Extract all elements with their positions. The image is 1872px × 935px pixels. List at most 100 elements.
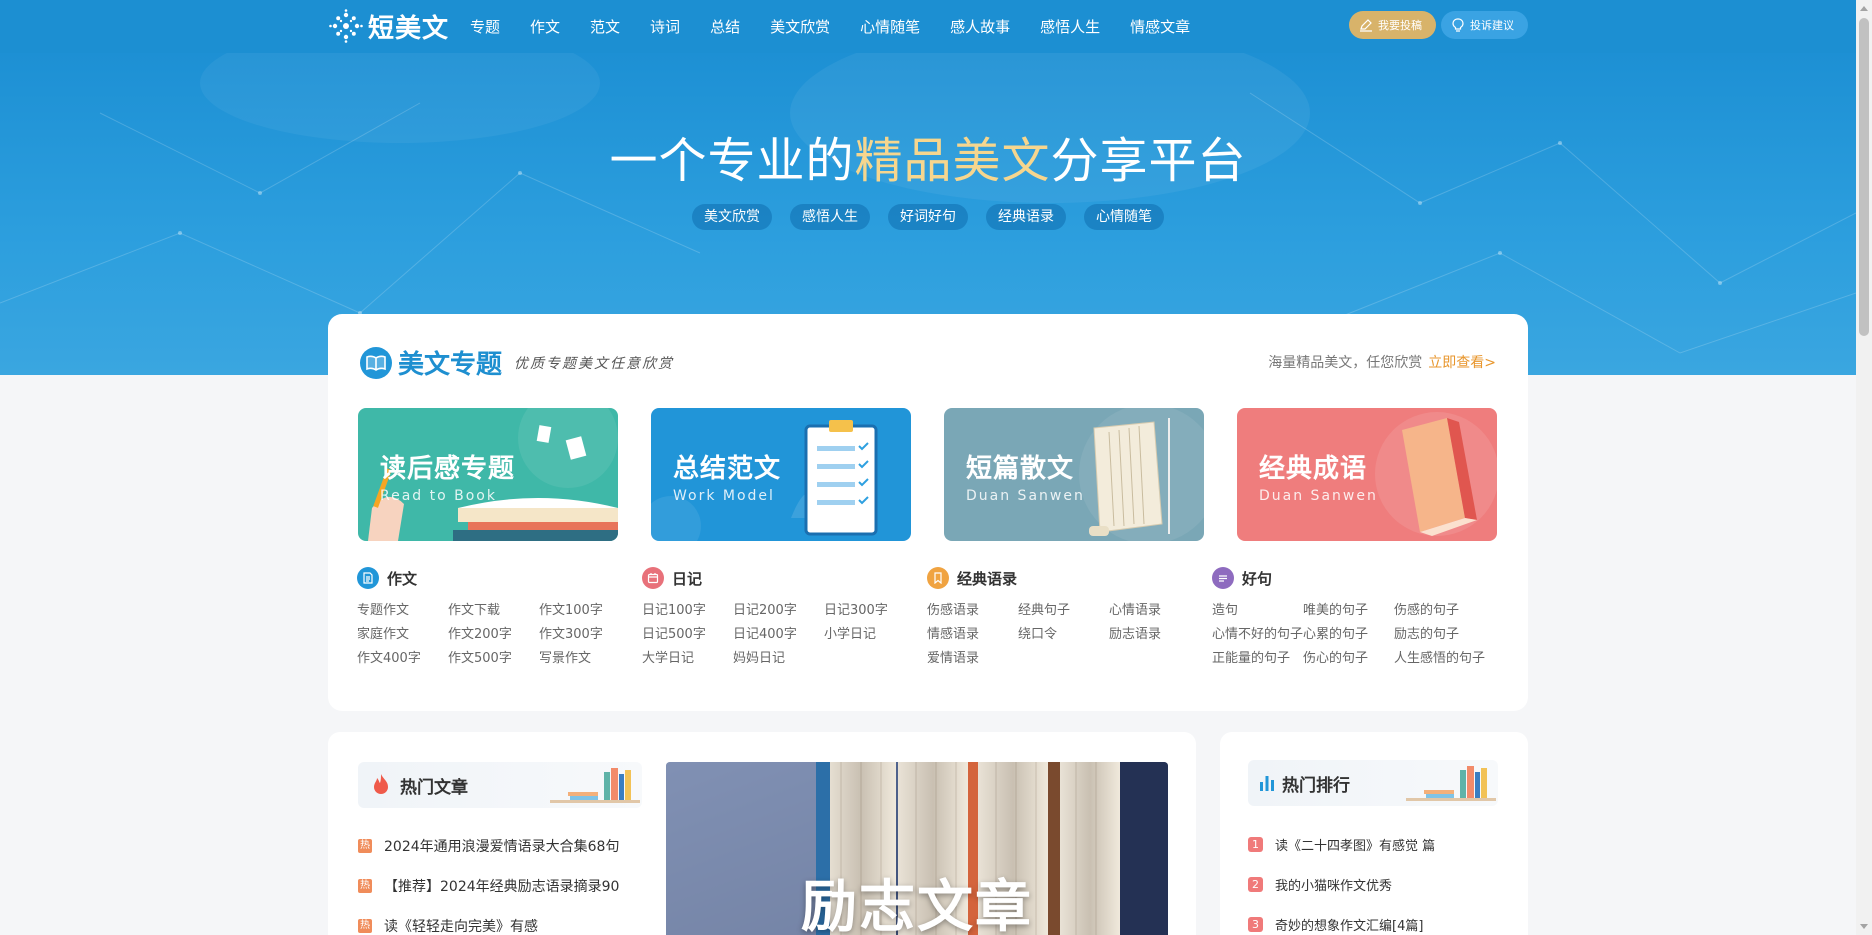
ranking-row[interactable]: 1 读《二十四孝图》有感觉 篇 <box>1248 824 1498 864</box>
cat-link[interactable]: 造句 <box>1212 602 1303 620</box>
cat-link[interactable]: 大学日记 <box>642 650 733 668</box>
cat-link[interactable]: 伤感的句子 <box>1394 602 1497 620</box>
cat-link[interactable]: 励志的句子 <box>1394 626 1497 644</box>
cat-link[interactable]: 人生感悟的句子 <box>1394 650 1497 668</box>
cat-link[interactable]: 心累的句子 <box>1303 626 1394 644</box>
bookshelf-icon <box>550 768 640 803</box>
cat-link[interactable]: 爱情语录 <box>927 650 1018 668</box>
category-zuowen-name: 作文 <box>387 569 418 588</box>
hero-tag-list: 美文欣赏 感悟人生 好词好句 经典语录 心情随笔 <box>0 204 1856 230</box>
scroll-down-icon[interactable] <box>1856 919 1872 935</box>
nav-link-ganren[interactable]: 感人故事 <box>950 16 1010 37</box>
cat-link[interactable]: 作文400字 <box>357 650 448 668</box>
cat-link[interactable]: 日记500字 <box>642 626 733 644</box>
rank-number: 3 <box>1248 916 1263 932</box>
category-riji-header[interactable]: 日记 <box>642 566 927 590</box>
cat-link[interactable]: 小学日记 <box>824 626 927 644</box>
nav-link-zuowen[interactable]: 作文 <box>530 16 560 37</box>
banner-summary[interactable]: 总结范文 Work Model <box>651 408 911 541</box>
cat-link[interactable]: 写景作文 <box>539 650 642 668</box>
nav-link-xinqing[interactable]: 心情随笔 <box>860 16 920 37</box>
category-yulu-list: 伤感语录 经典句子 心情语录 情感语录 绕口令 励志语录 爱情语录 <box>927 602 1212 668</box>
category-riji: 日记 日记100字 日记200字 日记300字 日记500字 日记400字 小学… <box>642 566 927 668</box>
lightbulb-icon <box>1452 18 1464 32</box>
page-scrollbar[interactable] <box>1856 0 1872 935</box>
category-yulu-header[interactable]: 经典语录 <box>927 566 1212 590</box>
banner-summary-title: 总结范文 <box>673 454 782 484</box>
cat-link[interactable]: 作文300字 <box>539 626 642 644</box>
hero-title-pre: 一个专业的 <box>609 133 855 189</box>
cat-link[interactable]: 情感语录 <box>927 626 1018 644</box>
cat-link[interactable]: 经典句子 <box>1018 602 1109 620</box>
cat-link[interactable]: 唯美的句子 <box>1303 602 1394 620</box>
brand-name: 短美文 <box>368 13 450 44</box>
topic-banners: 读后感专题 Read to Book 总结范文 Work Model 短篇散文 … <box>358 408 1497 541</box>
bookshelf-icon <box>1406 766 1496 801</box>
category-haoju-header[interactable]: 好句 <box>1212 566 1497 590</box>
hot-ranking-list: 1 读《二十四孝图》有感觉 篇 2 我的小猫咪作文优秀 3 奇妙的想象作文汇编[… <box>1248 824 1498 935</box>
hot-articles-section: 热门文章 热 2024年通用浪漫爱情语录大合集68句 热 【推荐】2024年经典… <box>328 732 1196 935</box>
cat-link[interactable]: 作文100字 <box>539 602 642 620</box>
category-haoju: 好句 造句 唯美的句子 伤感的句子 心情不好的句子 心累的句子 励志的句子 正能… <box>1212 566 1497 668</box>
hero-tag-ganwu[interactable]: 感悟人生 <box>790 204 870 230</box>
hot-articles-header: 热门文章 <box>358 762 642 808</box>
banner-short-essay[interactable]: 短篇散文 Duan Sanwen <box>944 408 1204 541</box>
cat-link[interactable]: 日记400字 <box>733 626 824 644</box>
cat-link[interactable]: 专题作文 <box>357 602 448 620</box>
ranking-row[interactable]: 3 奇妙的想象作文汇编[4篇] <box>1248 904 1498 935</box>
hero-title-post: 分享平台 <box>1050 133 1247 189</box>
cat-link[interactable]: 日记300字 <box>824 602 927 620</box>
banner-reading-review[interactable]: 读后感专题 Read to Book <box>358 408 618 541</box>
hero-tag-haoci[interactable]: 好词好句 <box>888 204 968 230</box>
hot-article-row[interactable]: 热 【推荐】2024年经典励志语录摘录90 <box>358 866 642 906</box>
cat-link[interactable]: 作文200字 <box>448 626 539 644</box>
cat-link[interactable]: 妈妈日记 <box>733 650 824 668</box>
cat-link[interactable]: 家庭作文 <box>357 626 448 644</box>
cat-link[interactable]: 作文500字 <box>448 650 539 668</box>
hero-tag-yulu[interactable]: 经典语录 <box>986 204 1066 230</box>
hero-tag-suibi[interactable]: 心情随笔 <box>1084 204 1164 230</box>
topics-more-text: 海量精品美文，任您欣赏 <box>1268 355 1423 371</box>
banner-idioms[interactable]: 经典成语 Duan Sanwen <box>1237 408 1497 541</box>
nav-actions: 我要投稿 投诉建议 <box>1349 11 1528 39</box>
scrollbar-thumb[interactable] <box>1859 18 1869 336</box>
category-zuowen-list: 专题作文 作文下载 作文100字 家庭作文 作文200字 作文300字 作文40… <box>357 602 642 668</box>
hot-article-row[interactable]: 热 2024年通用浪漫爱情语录大合集68句 <box>358 826 642 866</box>
cat-link[interactable]: 日记200字 <box>733 602 824 620</box>
nav-link-qinggan[interactable]: 情感文章 <box>1130 16 1190 37</box>
hot-article-row[interactable]: 热 读《轻轻走向完美》有感 <box>358 906 642 935</box>
featured-banner[interactable]: 励志文章 <box>666 762 1168 935</box>
cat-link[interactable]: 心情不好的句子 <box>1212 626 1303 644</box>
cat-link[interactable]: 伤心的句子 <box>1303 650 1394 668</box>
ranking-row[interactable]: 2 我的小猫咪作文优秀 <box>1248 864 1498 904</box>
cat-link[interactable]: 正能量的句子 <box>1212 650 1303 668</box>
topics-subtitle: 优质专题美文任意欣赏 <box>514 355 675 372</box>
quote-list-icon <box>1212 567 1234 589</box>
complaint-button[interactable]: 投诉建议 <box>1441 11 1528 39</box>
cat-link[interactable]: 日记100字 <box>642 602 733 620</box>
cat-link[interactable]: 励志语录 <box>1109 626 1212 644</box>
nav-link-meiwen[interactable]: 美文欣赏 <box>770 16 830 37</box>
cat-link[interactable]: 作文下载 <box>448 602 539 620</box>
cat-link[interactable]: 伤感语录 <box>927 602 1018 620</box>
scroll-up-icon[interactable] <box>1856 0 1872 16</box>
topics-section: 美文专题 优质专题美文任意欣赏 海量精品美文，任您欣赏 立即查看> 读后感专题 R… <box>328 314 1528 711</box>
nav-link-shici[interactable]: 诗词 <box>650 16 680 37</box>
cat-link[interactable]: 绕口令 <box>1018 626 1109 644</box>
hot-article-title: 【推荐】2024年经典励志语录摘录90 <box>384 879 620 895</box>
submit-article-button[interactable]: 我要投稿 <box>1349 11 1436 39</box>
hero-tag-meiwen[interactable]: 美文欣赏 <box>692 204 772 230</box>
nav-link-zhuanti[interactable]: 专题 <box>470 16 500 37</box>
submit-article-label: 我要投稿 <box>1378 19 1422 32</box>
banner-reading-sub: Read to Book <box>380 488 497 504</box>
view-now-link[interactable]: 立即查看> <box>1428 355 1496 371</box>
rank-title: 我的小猫咪作文优秀 <box>1275 878 1393 894</box>
complaint-label: 投诉建议 <box>1470 19 1514 32</box>
nav-link-ganwu[interactable]: 感悟人生 <box>1040 16 1100 37</box>
category-zuowen-header[interactable]: 作文 <box>357 566 642 590</box>
nav-link-fanwen[interactable]: 范文 <box>590 16 620 37</box>
nav-link-zongjie[interactable]: 总结 <box>710 16 740 37</box>
site-logo[interactable]: 短美文 <box>328 5 449 47</box>
open-book-icon <box>360 346 392 379</box>
cat-link[interactable]: 心情语录 <box>1109 602 1212 620</box>
